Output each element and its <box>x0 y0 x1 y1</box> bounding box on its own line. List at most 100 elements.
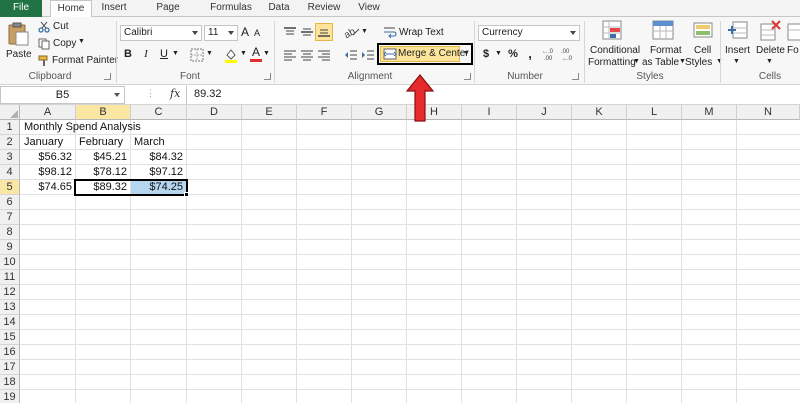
row-header-4[interactable]: 4 <box>0 165 20 180</box>
row-header-2[interactable]: 2 <box>0 135 20 150</box>
column-header-g[interactable]: G <box>352 105 407 120</box>
fill-color-icon[interactable] <box>224 47 238 63</box>
borders-dropdown-icon[interactable]: ▼ <box>206 50 213 57</box>
row-header-3[interactable]: 3 <box>0 150 20 165</box>
cell-a3[interactable]: $56.32 <box>20 150 75 165</box>
number-launcher-icon[interactable] <box>572 73 579 80</box>
alignment-launcher-icon[interactable] <box>464 73 471 80</box>
align-middle-icon[interactable] <box>300 26 314 38</box>
worksheet-grid[interactable]: A B C D E F G H I J K L M N 1 2 3 4 5 6 … <box>0 105 800 403</box>
cell-a4[interactable]: $98.12 <box>20 165 75 180</box>
cut-button[interactable]: Cut <box>38 20 88 34</box>
row-header-11[interactable]: 11 <box>0 270 20 285</box>
wrap-text-button[interactable]: Wrap Text <box>381 25 451 41</box>
row-header-10[interactable]: 10 <box>0 255 20 270</box>
accounting-format-button[interactable]: $ <box>481 48 491 60</box>
format-as-table-button[interactable]: Format as Table ▼ <box>642 19 686 69</box>
row-header-12[interactable]: 12 <box>0 285 20 300</box>
row-header-1[interactable]: 1 <box>0 120 20 135</box>
align-left-icon[interactable] <box>283 49 297 61</box>
merge-center-dropdown-icon[interactable]: ▼ <box>463 50 470 57</box>
cell-c2[interactable]: March <box>131 135 186 150</box>
column-header-d[interactable]: D <box>187 105 242 120</box>
tab-insert[interactable]: Insert <box>96 0 132 17</box>
font-size-select[interactable]: 11 <box>204 25 238 41</box>
cell-b2[interactable]: February <box>76 135 131 150</box>
tab-page-layout[interactable]: Page Layout <box>140 0 196 29</box>
tab-file[interactable]: File <box>0 0 42 17</box>
font-color-button[interactable]: A <box>250 46 262 62</box>
column-header-b[interactable]: B <box>76 105 131 120</box>
column-header-e[interactable]: E <box>242 105 297 120</box>
tab-view[interactable]: View <box>354 0 384 17</box>
row-header-7[interactable]: 7 <box>0 210 20 225</box>
formula-input[interactable]: 89.32 <box>194 88 222 100</box>
cell-c4[interactable]: $97.12 <box>130 165 186 180</box>
name-box[interactable]: B5 <box>0 86 125 104</box>
clipboard-launcher-icon[interactable] <box>104 73 111 80</box>
cell-b4[interactable]: $78.12 <box>75 165 130 180</box>
row-header-9[interactable]: 9 <box>0 240 20 255</box>
column-header-c[interactable]: C <box>131 105 187 120</box>
font-name-select[interactable]: Calibri <box>120 25 202 41</box>
cell-a5[interactable]: $74.65 <box>20 180 75 195</box>
row-header-6[interactable]: 6 <box>0 195 20 210</box>
row-header-19[interactable]: 19 <box>0 390 20 403</box>
copy-button[interactable]: Copy ▼ <box>38 37 88 51</box>
row-header-5[interactable]: 5 <box>0 180 20 195</box>
orientation-dropdown-icon[interactable]: ▼ <box>361 28 368 35</box>
cell-c3[interactable]: $84.32 <box>130 150 186 165</box>
cell-styles-button[interactable]: Cell Styles ▼ <box>684 19 724 69</box>
increase-indent-icon[interactable] <box>361 49 375 61</box>
percent-style-button[interactable]: % <box>507 48 519 60</box>
row-header-16[interactable]: 16 <box>0 345 20 360</box>
format-painter-button[interactable]: Format Painter <box>38 54 118 68</box>
row-header-17[interactable]: 17 <box>0 360 20 375</box>
copy-dropdown-icon[interactable]: ▼ <box>78 38 85 45</box>
row-header-13[interactable]: 13 <box>0 300 20 315</box>
tab-formulas[interactable]: Formulas <box>208 0 254 17</box>
tab-review[interactable]: Review <box>306 0 342 17</box>
row-header-15[interactable]: 15 <box>0 330 20 345</box>
comma-style-button[interactable]: , <box>525 46 535 61</box>
number-format-select[interactable]: Currency <box>478 25 580 41</box>
tab-data[interactable]: Data <box>264 0 294 17</box>
merge-center-button[interactable]: Merge & Center ▼ <box>377 43 473 65</box>
font-launcher-icon[interactable] <box>264 73 271 80</box>
conditional-formatting-button[interactable]: Conditional Formatting ▼ <box>588 19 640 69</box>
insert-cells-button[interactable]: Insert ▼ <box>722 19 752 69</box>
row-header-18[interactable]: 18 <box>0 375 20 390</box>
increase-decimal-icon[interactable]: ←.0.00 <box>542 47 558 61</box>
delete-cells-button[interactable]: Delete ▼ <box>754 19 786 69</box>
underline-dropdown-icon[interactable]: ▼ <box>172 50 179 57</box>
decrease-indent-icon[interactable] <box>344 49 358 61</box>
bold-button[interactable]: B <box>121 48 135 60</box>
align-bottom-button[interactable] <box>315 23 333 41</box>
row-header-8[interactable]: 8 <box>0 225 20 240</box>
underline-button[interactable]: U <box>157 48 171 60</box>
fill-handle[interactable] <box>184 192 189 197</box>
orientation-icon[interactable]: ab <box>344 25 360 39</box>
insert-function-button[interactable]: fx <box>170 87 180 100</box>
column-header-a[interactable]: A <box>20 105 76 120</box>
column-header-m[interactable]: M <box>682 105 737 120</box>
accounting-dropdown-icon[interactable]: ▼ <box>495 50 502 57</box>
cell-a1[interactable]: Monthly Spend Analysis <box>21 120 187 135</box>
column-header-j[interactable]: J <box>517 105 572 120</box>
column-header-i[interactable]: I <box>462 105 517 120</box>
shrink-font-button[interactable]: A <box>252 27 262 39</box>
row-header-14[interactable]: 14 <box>0 315 20 330</box>
column-header-l[interactable]: L <box>627 105 682 120</box>
column-header-k[interactable]: K <box>572 105 627 120</box>
cell-a2[interactable]: January <box>21 135 76 150</box>
align-center-icon[interactable] <box>300 49 314 61</box>
format-cells-button[interactable]: Fo <box>786 19 800 69</box>
column-header-f[interactable]: F <box>297 105 352 120</box>
paste-button[interactable]: Paste <box>4 20 32 65</box>
align-top-icon[interactable] <box>283 26 297 38</box>
tab-home[interactable]: Home <box>50 0 92 18</box>
grow-font-button[interactable]: A <box>240 25 250 39</box>
fill-color-dropdown-icon[interactable]: ▼ <box>240 50 247 57</box>
borders-icon[interactable] <box>190 48 204 62</box>
align-right-icon[interactable] <box>317 49 331 61</box>
